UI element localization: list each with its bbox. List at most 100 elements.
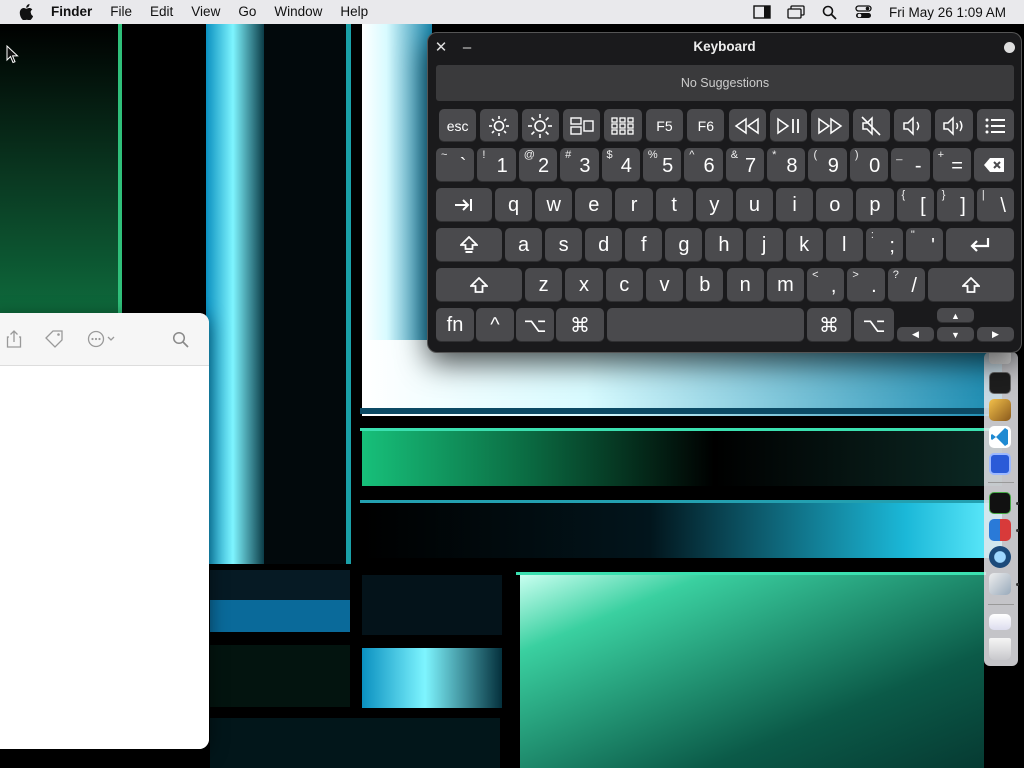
number-row-key[interactable]: ^ 6 [684,148,723,182]
list-key[interactable] [976,109,1014,142]
key-c[interactable]: c [605,268,643,302]
menu-go[interactable]: Go [229,0,265,24]
key-p[interactable]: p [856,188,894,222]
left-arrow-key[interactable]: ◀ [897,327,934,342]
app-icon[interactable] [989,519,1011,541]
control-key[interactable]: ^ [476,308,514,342]
key-w[interactable]: w [535,188,573,222]
return-key[interactable] [946,228,1014,262]
textedit-icon[interactable] [989,352,1011,364]
script-editor-icon[interactable] [989,573,1011,595]
menu-file[interactable]: File [101,0,141,24]
right-command-key[interactable]: ⌘ [807,308,851,342]
app-icon[interactable] [989,453,1011,475]
key-m[interactable]: m [766,268,805,302]
fn-key[interactable]: fn [436,308,474,342]
symbol-key[interactable]: >. [847,268,885,302]
symbol-key[interactable]: }] [936,188,974,222]
number-row-key[interactable]: ) 0 [849,148,889,182]
play-pause-key[interactable] [769,109,808,142]
key-l[interactable]: l [825,228,863,262]
symbol-key[interactable]: :; [865,228,903,262]
number-row-key[interactable]: #3 [560,148,599,182]
key-t[interactable]: t [655,188,693,222]
key-x[interactable]: x [565,268,603,302]
more-options-icon[interactable] [1004,36,1015,53]
key-y[interactable]: y [695,188,733,222]
terminal-icon[interactable] [989,372,1011,394]
key-f[interactable]: f [625,228,663,262]
symbol-key[interactable]: ? / [887,268,925,302]
key-r[interactable]: r [615,188,653,222]
number-row-key[interactable]: ! 1 [477,148,516,182]
key-n[interactable]: n [726,268,764,302]
key-f6[interactable]: F6 [687,109,725,142]
key-q[interactable]: q [495,188,533,222]
number-row-key[interactable]: & 7 [725,148,765,182]
key-h[interactable]: h [705,228,743,262]
rewind-key[interactable] [728,109,766,142]
key-a[interactable]: a [505,228,543,262]
menu-help[interactable]: Help [331,0,377,24]
launchpad-key[interactable] [604,109,642,142]
number-row-key[interactable]: + = [932,148,971,182]
delete-key[interactable] [974,148,1014,182]
right-arrow-key[interactable]: ▶ [977,327,1014,342]
number-row-key[interactable]: $4 [601,148,640,182]
share-icon[interactable] [6,329,22,349]
control-center-icon[interactable] [847,0,881,24]
fast-forward-key[interactable] [811,109,849,142]
key-esc[interactable]: esc [439,109,477,142]
vscode-icon[interactable] [989,426,1011,448]
sidebar-icon[interactable] [745,0,779,24]
right-option-key[interactable]: ⌥ [854,308,894,342]
caps-lock-key[interactable] [436,228,502,262]
number-row-key[interactable]: (9 [808,148,847,182]
symbol-key[interactable]: {[ [896,188,934,222]
volume-up-key[interactable] [935,109,973,142]
windows-icon[interactable] [779,0,813,24]
symbol-key[interactable]: <, [807,268,845,302]
key-b[interactable]: b [686,268,724,302]
key-j[interactable]: j [745,228,783,262]
key-e[interactable]: e [575,188,613,222]
key-k[interactable]: k [785,228,823,262]
right-shift-key[interactable] [928,268,1014,302]
key-d[interactable]: d [585,228,623,262]
brightness-down-key[interactable] [480,109,518,142]
number-row-key[interactable]: _ - [891,148,930,182]
volume-down-key[interactable] [893,109,932,142]
number-row-key[interactable]: * 8 [767,148,806,182]
menubar-clock[interactable]: Fri May 26 1:09 AM [881,5,1024,20]
menu-app-name[interactable]: Finder [42,0,101,24]
key-u[interactable]: u [735,188,774,222]
key-f5[interactable]: F5 [645,109,684,142]
brush-icon[interactable] [989,399,1011,421]
mute-key[interactable] [852,109,890,142]
menu-window[interactable]: Window [265,0,331,24]
key-o[interactable]: o [816,188,854,222]
apple-menu-icon[interactable] [16,0,36,24]
key-i[interactable]: i [776,188,814,222]
space-bar[interactable] [607,308,804,342]
search-icon[interactable] [813,0,847,24]
number-row-key[interactable]: ~ ` [436,148,475,182]
more-actions-icon[interactable] [87,329,119,349]
finder-search-icon[interactable] [172,329,189,349]
left-command-key[interactable]: ⌘ [556,308,604,342]
symbol-key[interactable]: | \ [976,188,1014,222]
up-arrow-key[interactable]: ▲ [937,308,974,323]
activity-monitor-icon[interactable] [989,492,1011,514]
trash-icon[interactable] [989,638,1011,660]
key-z[interactable]: z [525,268,563,302]
menu-edit[interactable]: Edit [141,0,182,24]
menu-view[interactable]: View [182,0,229,24]
mission-control-key[interactable] [563,109,601,142]
downloads-icon[interactable] [989,614,1011,630]
left-option-key[interactable]: ⌥ [516,308,554,342]
key-v[interactable]: v [645,268,684,302]
number-row-key[interactable]: @2 [518,148,558,182]
tab-key[interactable] [436,188,492,222]
app-icon[interactable] [989,546,1011,568]
left-shift-key[interactable] [436,268,522,302]
